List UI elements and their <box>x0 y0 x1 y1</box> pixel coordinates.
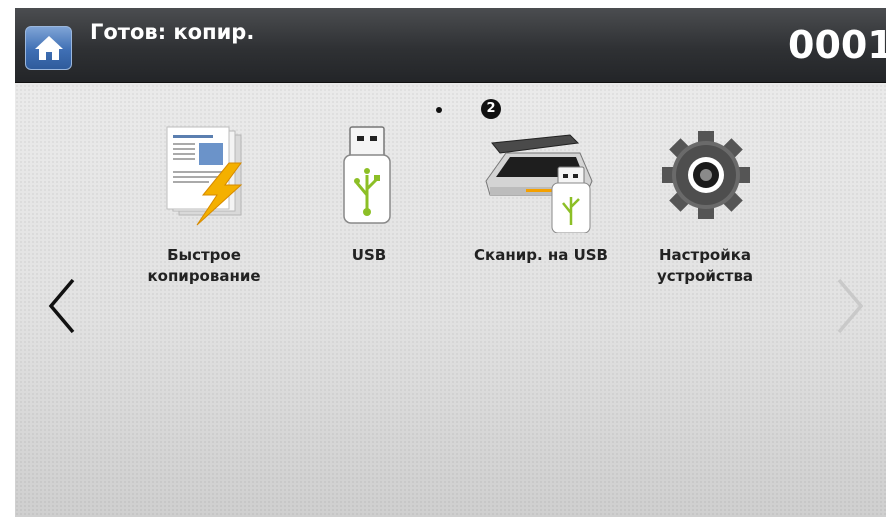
next-page-arrow[interactable] <box>833 276 867 336</box>
home-icon <box>35 36 63 60</box>
scan-to-usb-label: Сканир. на USB <box>474 246 608 264</box>
page-indicator-current: 2 <box>481 99 501 119</box>
device-settings-label: Настройка устройства <box>656 246 754 285</box>
scan-to-usb-button[interactable]: Сканир. на USB <box>466 123 616 266</box>
usb-button[interactable]: USB <box>294 123 444 266</box>
device-settings-button[interactable]: Настройка устройства <box>630 123 780 287</box>
gear-icon <box>662 131 750 219</box>
scan-to-usb-icon <box>485 134 593 233</box>
device-screen: Готов: копир. 0001 2 Быстрое копирование… <box>15 8 886 517</box>
usb-drive-icon <box>343 126 391 224</box>
home-button[interactable] <box>25 26 72 70</box>
quick-copy-button[interactable]: Быстрое копирование <box>129 123 279 287</box>
quick-copy-label: Быстрое копирование <box>147 246 261 285</box>
previous-page-arrow[interactable] <box>45 276 79 336</box>
quick-copy-icon <box>166 126 243 226</box>
status-title: Готов: копир. <box>90 20 255 44</box>
usb-label: USB <box>351 246 387 264</box>
status-bar: Готов: копир. 0001 <box>15 8 886 83</box>
page-indicator-dot[interactable] <box>436 107 442 113</box>
copy-counter: 0001 <box>788 23 886 67</box>
